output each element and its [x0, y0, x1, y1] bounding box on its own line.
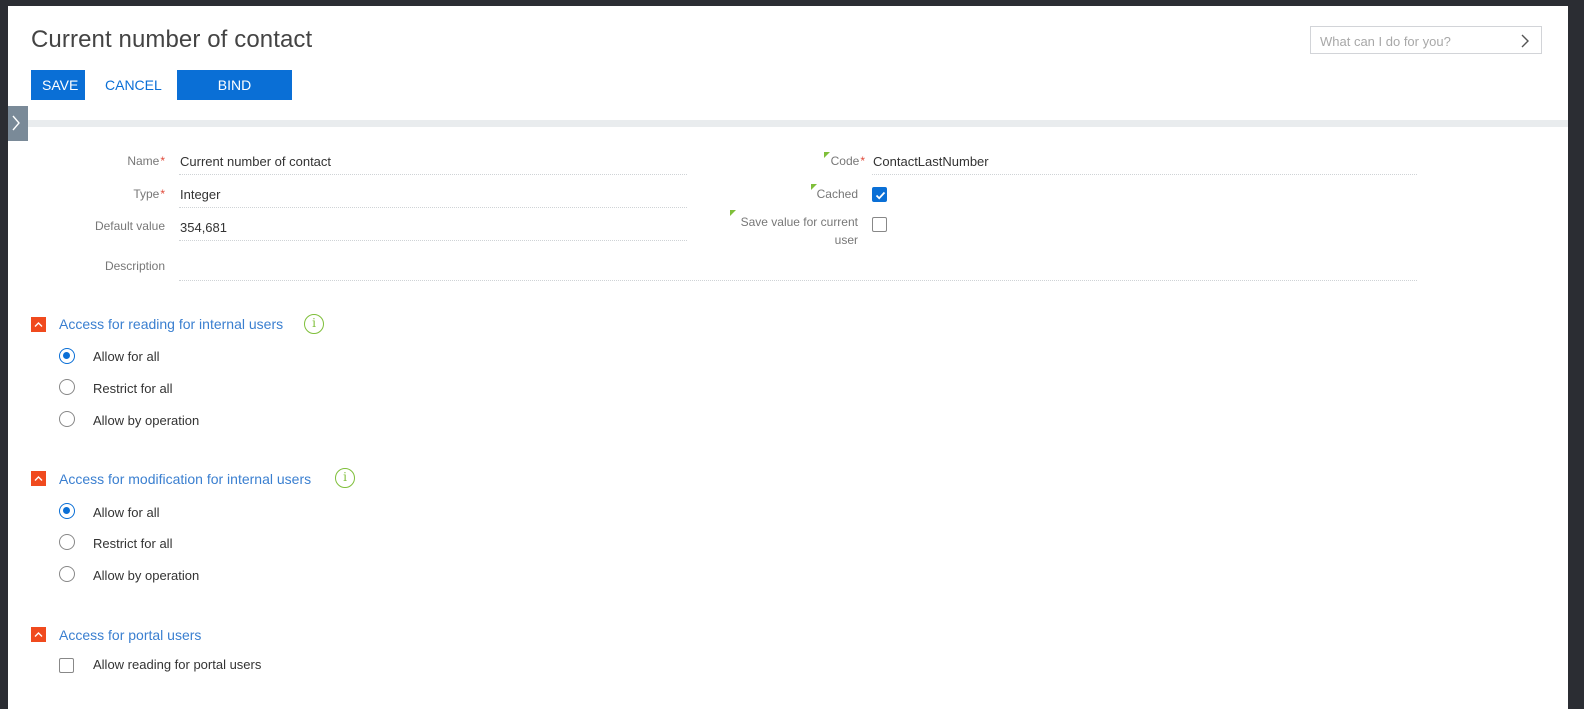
sidebar-toggle[interactable]: [8, 106, 28, 141]
collapse-read-internal[interactable]: [31, 317, 46, 332]
command-search-input[interactable]: [1320, 32, 1510, 50]
chevron-right-icon: [12, 115, 20, 131]
header-divider: [8, 120, 1568, 127]
type-underline: [179, 207, 687, 208]
radio-label: Allow for all: [93, 505, 160, 520]
description-label: Description: [104, 259, 165, 273]
checkmark-icon: [875, 191, 886, 200]
save-for-user-label: Save value for current user: [740, 215, 858, 247]
type-label: Type*: [133, 187, 165, 201]
code-label: Code*: [830, 154, 865, 168]
radio-label: Allow by operation: [93, 568, 200, 583]
section-title-modify-internal[interactable]: Access for modification for internal use…: [59, 471, 311, 487]
allow-portal-reading-checkbox[interactable]: [59, 658, 74, 673]
page: Current number of contact SAVE CANCEL BI…: [8, 6, 1568, 709]
command-search[interactable]: [1310, 26, 1542, 54]
type-value[interactable]: Integer: [180, 187, 220, 202]
radio-label: Restrict for all: [93, 536, 173, 551]
collapse-modify-internal[interactable]: [31, 471, 46, 486]
cached-label: Cached: [816, 187, 858, 201]
radio-read-by-operation[interactable]: [59, 411, 75, 427]
description-underline: [179, 280, 1417, 281]
save-button[interactable]: SAVE: [31, 70, 85, 100]
chevron-right-icon[interactable]: [1519, 34, 1531, 48]
section-title-portal[interactable]: Access for portal users: [59, 627, 201, 643]
bind-setting-button[interactable]: BIND SETTING: [177, 70, 292, 123]
code-value[interactable]: ContactLastNumber: [873, 154, 989, 169]
radio-modify-allow-all[interactable]: [59, 503, 75, 519]
chevron-up-icon: [34, 632, 43, 637]
code-underline: [872, 174, 1417, 175]
section-title-read-internal[interactable]: Access for reading for internal users: [59, 316, 283, 332]
name-label: Name*: [127, 154, 165, 168]
chevron-up-icon: [34, 322, 43, 327]
radio-modify-restrict-all[interactable]: [59, 534, 75, 550]
radio-read-allow-all[interactable]: [59, 348, 75, 364]
page-title: Current number of contact: [31, 26, 313, 53]
allow-portal-reading-label: Allow reading for portal users: [93, 657, 262, 672]
radio-label: Allow by operation: [93, 413, 200, 428]
name-value[interactable]: Current number of contact: [180, 154, 331, 169]
radio-label: Allow for all: [93, 349, 160, 364]
chevron-up-icon: [34, 476, 43, 481]
name-underline: [179, 174, 687, 175]
save-for-user-checkbox[interactable]: [872, 217, 887, 232]
cancel-button[interactable]: CANCEL: [94, 70, 166, 100]
info-icon[interactable]: i: [304, 314, 324, 334]
radio-read-restrict-all[interactable]: [59, 379, 75, 395]
collapse-portal[interactable]: [31, 627, 46, 642]
default-value-input[interactable]: 354,681: [180, 220, 227, 235]
page-header: Current number of contact SAVE CANCEL BI…: [8, 6, 1568, 123]
info-icon[interactable]: i: [335, 468, 355, 488]
radio-label: Restrict for all: [93, 381, 173, 396]
radio-modify-by-operation[interactable]: [59, 566, 75, 582]
default-value-label: Default value: [94, 219, 165, 233]
cached-checkbox[interactable]: [872, 187, 887, 202]
default-value-underline: [179, 240, 687, 241]
